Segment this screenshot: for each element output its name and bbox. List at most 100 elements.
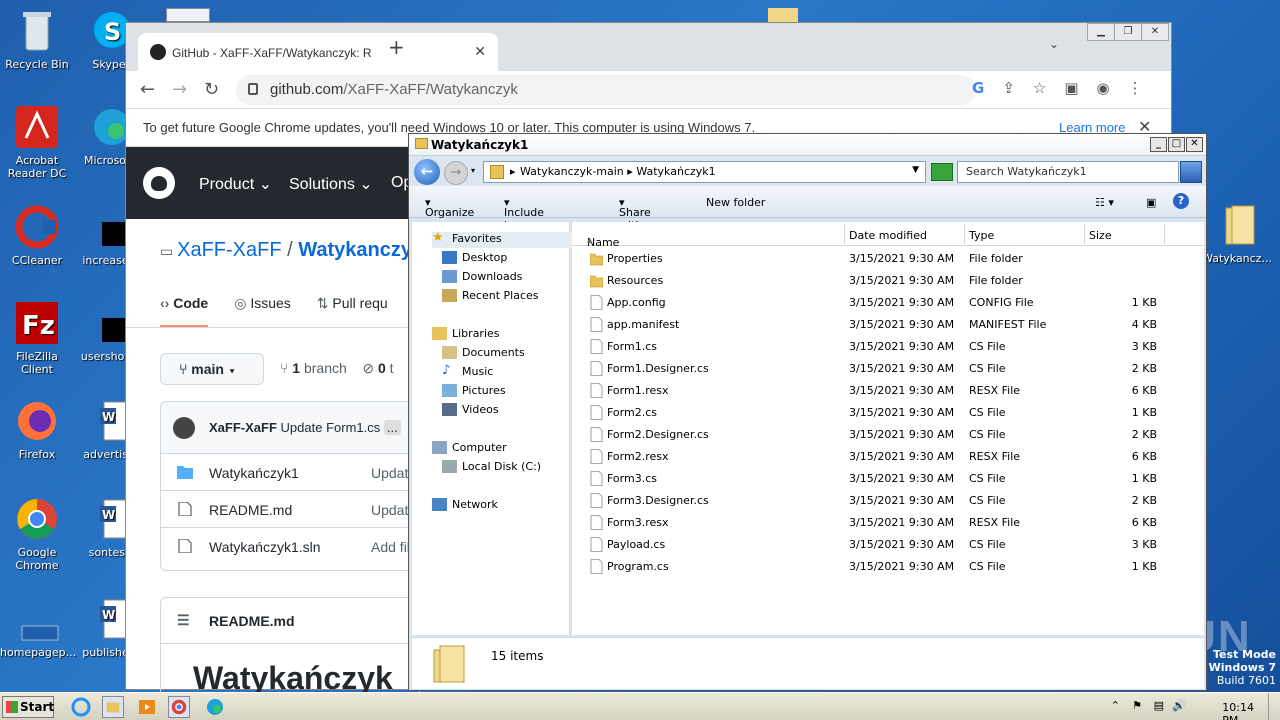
organize-button[interactable]: Organize ▾ [425,196,474,219]
desktop-icon-firefox[interactable]: Firefox [0,398,74,461]
back-icon[interactable]: ← [140,79,155,100]
nav-videos[interactable]: Videos [442,403,499,419]
include-in-library-button[interactable]: Include in library ▾ [504,196,544,245]
repo-name-link[interactable]: Watykanczyk [298,239,423,261]
share-with-button[interactable]: Share with ▾ [619,196,651,232]
desktop-icon-recycle-bin[interactable]: Recycle Bin [0,8,74,71]
restore-button[interactable]: ❐ [1114,23,1142,41]
tab-pull-requests[interactable]: ⇅ Pull requ [317,295,388,327]
nav-downloads[interactable]: Downloads [442,270,522,286]
clock[interactable]: 10:14 PM [1222,701,1254,720]
file-list-item[interactable]: Payload.cs 3/15/2021 9:30 AM CS File 3 KB [572,534,1204,556]
breadcrumb[interactable]: ▸ Watykanczyk-main ▸ Watykańczyk1 ▼ [483,161,926,183]
start-button[interactable]: Start [2,696,54,718]
forward-icon[interactable]: → [172,79,187,100]
file-row[interactable]: README.md Updat [161,491,419,528]
url-input[interactable]: github.com/XaFF-XaFF/Watykanczyk [236,75,976,105]
chrome-taskbar-icon[interactable] [168,696,190,718]
close-button[interactable]: ✕ [1186,137,1203,152]
file-list-item[interactable]: Resources 3/15/2021 9:30 AM File folder [572,270,1204,292]
file-list-item[interactable]: Form2.resx 3/15/2021 9:30 AM RESX File 6 KB [572,446,1204,468]
file-row[interactable]: Watykańczyk1 Updat [161,454,419,491]
github-logo-icon[interactable] [143,167,175,199]
tab-code[interactable]: ‹› Code [160,295,209,327]
branch-info[interactable]: ⑂ 1 branch ⊘ 0 t [280,360,394,377]
column-type[interactable]: Type [969,229,994,246]
nav-music[interactable]: ♪ Music [442,363,493,381]
file-list-item[interactable]: Form2.cs 3/15/2021 9:30 AM CS File 1 KB [572,402,1204,424]
file-list-item[interactable]: Form2.Designer.cs 3/15/2021 9:30 AM CS Fil… [572,424,1204,446]
close-button[interactable]: ✕ [1141,23,1169,41]
menu-kebab-icon[interactable]: ⋮ [1128,79,1143,97]
tab-search-chevron-icon[interactable]: ⌄ [1049,37,1059,51]
minimize-button[interactable]: _ [1150,137,1167,152]
volume-icon[interactable]: 🔊 [1172,699,1186,712]
file-list-item[interactable]: Form3.Designer.cs 3/15/2021 9:30 AM CS Fil… [572,490,1204,512]
nav-computer[interactable]: Computer [432,441,507,457]
refresh-icon[interactable] [931,163,953,181]
nav-recent-places[interactable]: Recent Places [442,289,539,305]
back-button[interactable]: ← [414,159,440,185]
search-icon[interactable] [1180,161,1202,183]
file-list-item[interactable]: App.config 3/15/2021 9:30 AM CONFIG File 1 … [572,292,1204,314]
view-options-icon[interactable]: ☷ ▾ [1095,196,1114,209]
avatar[interactable] [173,417,195,439]
nav-libraries[interactable]: Libraries [432,327,500,343]
share-icon[interactable]: ⇪ [1002,79,1015,97]
file-list-item[interactable]: Form3.resx 3/15/2021 9:30 AM RESX File 6 KB [572,512,1204,534]
commit-message[interactable]: Update Form1.cs [281,420,381,435]
ie-icon[interactable] [70,696,92,718]
reload-icon[interactable]: ↻ [204,79,219,100]
menu-solutions[interactable]: Solutions ⌄ [289,174,373,194]
file-list-item[interactable]: Form1.Designer.cs 3/15/2021 9:30 AM CS Fil… [572,358,1204,380]
nav-pictures[interactable]: Pictures [442,384,506,400]
desktop-icon-filezilla[interactable]: Fz FileZilla Client [0,300,74,376]
nav-documents[interactable]: Documents [442,346,525,362]
bookmark-star-icon[interactable]: ☆ [1033,79,1046,97]
maximize-button[interactable]: □ [1168,137,1185,152]
new-folder-button[interactable]: New folder [706,196,765,209]
search-input[interactable]: Search Watykańczyk1 [957,161,1179,183]
desktop-icon-acrobat[interactable]: Acrobat Reader DC [0,104,74,180]
file-list-item[interactable]: Program.cs 3/15/2021 9:30 AM CS File 1 KB [572,556,1204,578]
commit-author[interactable]: XaFF-XaFF [209,420,277,435]
menu-product[interactable]: Product ⌄ [199,174,272,194]
file-list-item[interactable]: Properties 3/15/2021 9:30 AM File folder [572,248,1204,270]
show-desktop-button[interactable] [1268,693,1280,720]
address-dropdown-icon[interactable]: ▼ [912,165,919,175]
desktop-icon-ccleaner[interactable]: CCleaner [0,204,74,267]
repo-owner-link[interactable]: XaFF-XaFF [177,239,281,261]
side-panel-icon[interactable]: ▣ [1064,79,1078,97]
tab-close-icon[interactable]: ✕ [474,43,486,60]
tab-issues[interactable]: ◎ Issues [234,295,291,327]
profile-avatar-icon[interactable]: ◉ [1097,79,1110,97]
file-list-item[interactable]: Form1.resx 3/15/2021 9:30 AM RESX File 6 KB [572,380,1204,402]
file-list-item[interactable]: Form3.cs 3/15/2021 9:30 AM CS File 1 KB [572,468,1204,490]
new-tab-icon[interactable]: + [388,35,405,59]
show-hidden-icons-icon[interactable]: ⌃ [1111,699,1120,712]
media-player-icon[interactable] [136,696,158,718]
file-list-item[interactable]: Form1.cs 3/15/2021 9:30 AM CS File 3 KB [572,336,1204,358]
network-tray-icon[interactable]: ▤ [1154,699,1164,712]
nav-favorites[interactable]: ★ Favorites [432,230,572,248]
desktop-icon-homepage[interactable]: homepagep... [0,596,76,659]
preview-pane-icon[interactable]: ▣ [1146,196,1156,209]
google-icon[interactable]: G [972,79,984,97]
nav-network[interactable]: Network [432,498,498,514]
desktop-icon-watykanczyk[interactable]: Watykancz... [1200,202,1274,265]
nav-local-disk[interactable]: Local Disk (C:) [442,460,541,476]
file-list-item[interactable]: app.manifest 3/15/2021 9:30 AM MANIFEST Fi… [572,314,1204,336]
help-icon[interactable]: ? [1173,193,1189,209]
nav-desktop[interactable]: Desktop [442,251,507,267]
column-date-modified[interactable]: Date modified [849,229,927,246]
branch-select-button[interactable]: ⑂ main ▾ [160,353,264,385]
minimize-button[interactable]: ▁ [1087,23,1115,41]
file-row[interactable]: Watykańczyk1.sln Add fil [161,528,419,565]
recent-pages-chevron-icon[interactable]: ▾ [471,166,475,175]
explorer-taskbar-icon[interactable] [102,696,124,718]
tab-github[interactable]: GitHub - XaFF-XaFF/Watykanczyk: R ✕ [138,33,498,71]
forward-button[interactable]: → [444,161,468,185]
action-center-flag-icon[interactable]: ⚑ [1132,699,1142,712]
edge-taskbar-icon[interactable] [204,696,226,718]
desktop-icon-chrome[interactable]: Google Chrome [0,496,74,572]
